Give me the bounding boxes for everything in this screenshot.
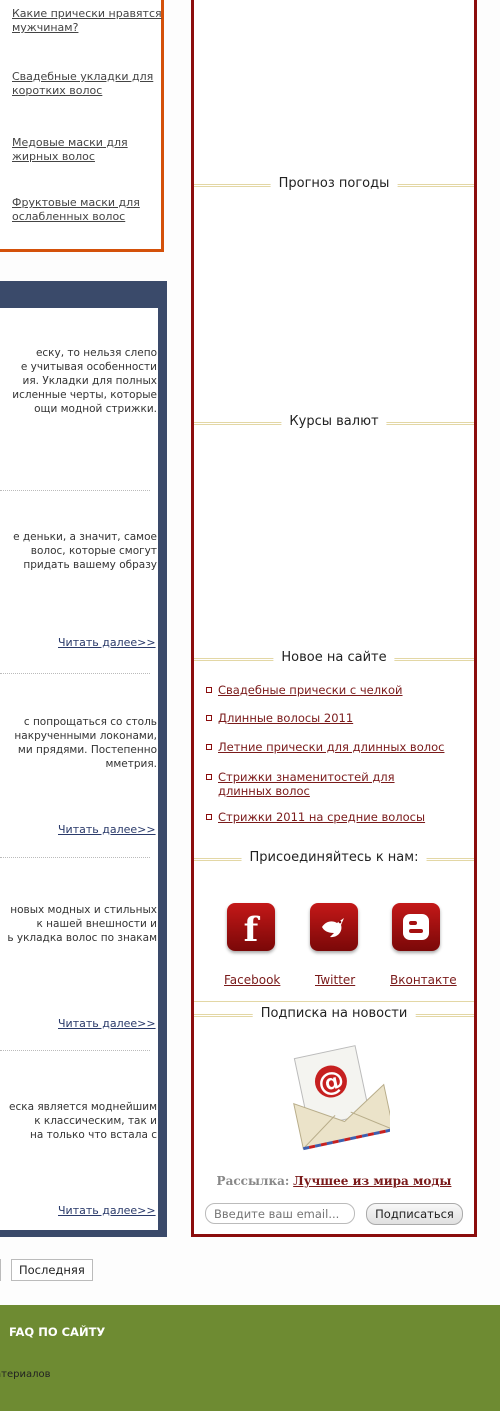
subscribe-title: Подписка на новости [252, 1006, 416, 1021]
article-divider [0, 857, 150, 858]
subscribe-button[interactable]: Подписаться [366, 1203, 463, 1225]
divider [194, 1001, 474, 1002]
email-input[interactable] [205, 1203, 355, 1224]
footer-faq-link[interactable]: FAQ ПО САЙТУ [9, 1325, 105, 1339]
article-excerpt: с попрощаться со столь накрученными локо… [14, 716, 157, 770]
twitter-icon[interactable] [310, 903, 358, 951]
article-excerpt: еску, то нельзя слепо е учитывая особенн… [12, 347, 157, 415]
article-divider [0, 1050, 150, 1051]
article-excerpt: новых модных и стильных к нашей внешност… [7, 904, 157, 944]
twitter-link[interactable]: Twitter [315, 973, 355, 987]
footer-text: атериалов [0, 1369, 51, 1380]
read-more-link[interactable]: Читать далее>> [58, 636, 156, 649]
facebook-icon[interactable]: f [227, 903, 275, 951]
read-more-link[interactable]: Читать далее>> [58, 823, 156, 836]
related-link-3[interactable]: Медовые маски для жирных волос [12, 136, 162, 164]
related-link-2[interactable]: Свадебные укладки для коротких волос [12, 70, 162, 98]
subscribe-header: Подписка на новости [194, 1005, 474, 1025]
new-item-link[interactable]: Длинные волосы 2011 [218, 711, 448, 725]
new-item-link[interactable]: Стрижки знаменитостей для длинных волос [218, 770, 448, 798]
read-more-link[interactable]: Читать далее>> [58, 1017, 156, 1030]
join-header: Присоединяйтесь к нам: [194, 849, 474, 869]
new-item-link[interactable]: Свадебные прически с челкой [218, 683, 448, 697]
mailing-line: Рассылка: Лучшее из мира моды [194, 1174, 474, 1188]
bullet-icon [206, 774, 212, 780]
new-item-link[interactable]: Стрижки 2011 на средние волосы [218, 810, 448, 824]
email-envelope-icon: @ [290, 1040, 394, 1152]
new-title: Новое на сайте [273, 650, 395, 665]
blogger-icon[interactable] [392, 903, 440, 951]
currency-header: Курсы валют [194, 413, 474, 433]
bullet-icon [206, 814, 212, 820]
new-item-link[interactable]: Летние прически для длинных волос [218, 740, 448, 754]
currency-title: Курсы валют [281, 414, 387, 429]
new-header: Новое на сайте [194, 649, 474, 669]
mailing-label: Рассылка: [216, 1174, 290, 1188]
related-link-4[interactable]: Фруктовые маски для ослабленных волос [12, 196, 162, 224]
article-excerpt: е деньки, а значит, самое волос, которые… [13, 531, 157, 571]
article-excerpt: еска является моднейшим к классическим, … [9, 1101, 157, 1141]
read-more-link[interactable]: Читать далее>> [58, 1204, 156, 1217]
pagination-prev[interactable] [0, 1259, 1, 1281]
weather-title: Прогноз погоды [270, 176, 398, 191]
svg-text:f: f [244, 910, 261, 950]
article-divider [0, 490, 150, 491]
bullet-icon [206, 687, 212, 693]
mailing-link[interactable]: Лучшее из мира моды [293, 1174, 451, 1188]
vkontakte-link[interactable]: Вконтакте [390, 973, 457, 987]
article-divider [0, 673, 150, 674]
pagination-last[interactable]: Последняя [11, 1259, 93, 1281]
facebook-link[interactable]: Facebook [224, 973, 280, 987]
footer [0, 1305, 500, 1411]
weather-header: Прогноз погоды [194, 175, 474, 195]
join-title: Присоединяйтесь к нам: [241, 850, 427, 865]
bullet-icon [206, 744, 212, 750]
bullet-icon [206, 715, 212, 721]
related-link-1[interactable]: Какие прически нравятся мужчинам? [12, 7, 162, 35]
